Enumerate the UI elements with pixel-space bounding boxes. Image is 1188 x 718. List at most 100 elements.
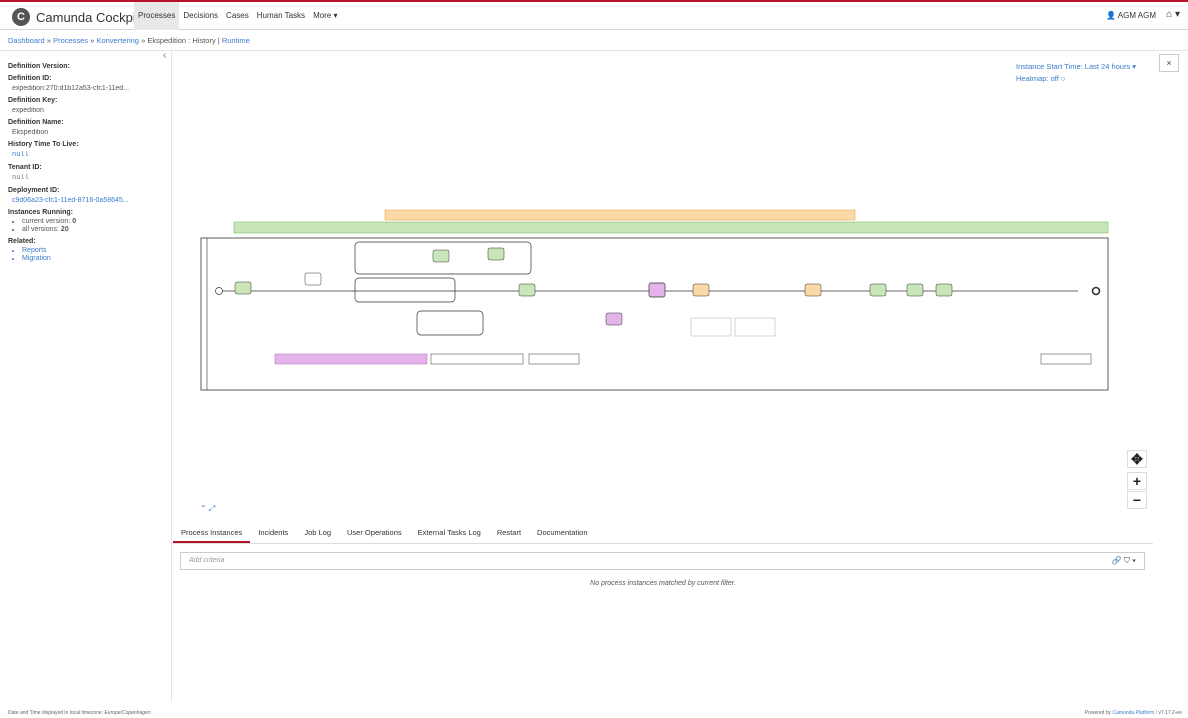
empty-results-message: No process instances matched by current … (590, 580, 736, 587)
nav-cases[interactable]: Cases (222, 2, 253, 30)
breadcrumb-current: Ekspedition : History (147, 36, 216, 45)
definition-key-value: expedition (12, 107, 44, 114)
zoom-out-button[interactable]: − (1127, 491, 1147, 509)
definition-name-label: Definition Name: (8, 119, 64, 126)
brand[interactable]: C Camunda Cockpit (12, 8, 139, 26)
event-box (734, 317, 776, 337)
all-versions-item: all versions: 20 (22, 226, 163, 233)
definition-name-value: Ekspedition (12, 129, 49, 136)
current-version-count: 0 (72, 218, 77, 225)
current-version-item: current version: 0 (22, 218, 163, 225)
powered-by: Powered by Camunda Platform / v7.17.2-ee (1085, 710, 1182, 716)
related-migration-link[interactable]: Migration (22, 255, 163, 262)
timezone-value: Europe/Copenhagen (104, 710, 151, 716)
task-purple[interactable] (648, 282, 666, 298)
task-green[interactable] (906, 283, 924, 297)
history-ttl-value[interactable]: null (12, 151, 163, 159)
top-navbar: C Camunda Cockpit Processes Decisions Ca… (0, 0, 1188, 30)
heatmap-controls: Instance Start Time: Last 24 hours ▾ Hea… (1016, 61, 1136, 85)
event-box (690, 317, 732, 337)
deployment-value[interactable]: c9d06a23-cfc1-11ed-8716-0a58645... (12, 197, 163, 204)
definition-version-label: Definition Version: (8, 63, 70, 70)
breadcrumb-runtime[interactable]: Runtime (222, 36, 250, 45)
nav-processes[interactable]: Processes (134, 2, 180, 30)
task-orange[interactable] (804, 283, 822, 297)
timezone-note: Date and Time displayed in local timezon… (8, 710, 151, 716)
brand-name: Camunda Cockpit (36, 9, 140, 25)
definition-id-value: expedition:270:d1b12a53-cfc1-11ed... (12, 85, 130, 92)
task-green[interactable] (518, 283, 536, 297)
task-green[interactable] (935, 283, 953, 297)
bpmn-diagram-canvas[interactable] (173, 52, 1153, 512)
definition-id-label: Definition ID: (8, 75, 52, 82)
tab-job-log[interactable]: Job Log (296, 522, 339, 543)
definition-key-label: Definition Key: (8, 97, 58, 104)
subprocess-2[interactable] (354, 277, 456, 303)
orange-lane (384, 209, 856, 221)
detail-tabs: Process Instances Incidents Job Log User… (173, 522, 1153, 544)
bpmn-diagram (200, 209, 1109, 391)
zoom-in-button[interactable]: + (1127, 472, 1147, 490)
group (430, 353, 524, 365)
tab-process-instances[interactable]: Process Instances (173, 522, 251, 543)
filter-placeholder: Add criteria (189, 557, 225, 564)
start-event[interactable] (215, 287, 223, 295)
platform-link[interactable]: Camunda Platform (1113, 710, 1155, 716)
breadcrumb-pipe: | (217, 36, 220, 45)
filter-input[interactable]: Add criteria 🔗 ⛉ ▾ (180, 552, 1145, 570)
camunda-logo-icon: C (12, 8, 30, 26)
main-nav: Processes Decisions Cases Human Tasks Mo… (134, 2, 342, 30)
related-list: Reports Migration (22, 247, 163, 262)
user-menu[interactable]: 👤 AGM AGM (1106, 11, 1156, 20)
all-versions-label: all versions: (22, 226, 59, 233)
instances-running-label: Instances Running: (8, 209, 73, 216)
task-green[interactable] (234, 281, 252, 295)
group-purple (274, 353, 428, 365)
tab-incidents[interactable]: Incidents (250, 522, 296, 543)
pool (200, 237, 1109, 391)
instances-list: current version: 0 all versions: 20 (22, 218, 163, 233)
breadcrumb-parent[interactable]: Konvertering (96, 36, 139, 45)
task-orange[interactable] (692, 283, 710, 297)
timezone-label: Date and Time displayed in local timezon… (8, 710, 105, 716)
filter-tools-icon[interactable]: 🔗 ⛉ ▾ (1112, 553, 1136, 569)
instance-start-time-filter[interactable]: Instance Start Time: Last 24 hours ▾ (1016, 61, 1136, 73)
group (528, 353, 580, 365)
tab-external-tasks-log[interactable]: External Tasks Log (410, 522, 489, 543)
tab-user-operations[interactable]: User Operations (339, 522, 410, 543)
definition-sidebar: Definition Version: Definition ID: exped… (0, 52, 172, 702)
home-menu[interactable]: ⌂ ▾ (1166, 9, 1180, 20)
collapse-sidebar-icon[interactable]: ‹ (163, 50, 166, 61)
tab-restart[interactable]: Restart (489, 522, 529, 543)
history-ttl-label: History Time To Live: (8, 141, 79, 148)
powered-label: Powered by (1084, 710, 1113, 716)
task-green[interactable] (869, 283, 887, 297)
green-lane (233, 221, 1109, 234)
end-event[interactable] (1091, 286, 1101, 296)
breadcrumb: Dashboard » Processes » Konvertering » E… (0, 31, 1188, 51)
nav-decisions[interactable]: Decisions (179, 2, 222, 30)
user-name: AGM AGM (1117, 11, 1156, 20)
breadcrumb-dashboard[interactable]: Dashboard (8, 36, 45, 45)
nav-more[interactable]: More ▾ (309, 2, 341, 30)
task-purple[interactable] (605, 312, 623, 326)
task-green[interactable] (487, 247, 505, 261)
task-green[interactable] (432, 249, 450, 263)
current-version-label: current version: (22, 218, 71, 225)
tab-documentation[interactable]: Documentation (529, 522, 595, 543)
expand-diagram-icon[interactable]: ⌃ ⤢ (200, 504, 215, 514)
tenant-value: null (12, 174, 29, 182)
reset-zoom-icon[interactable]: ✥ (1127, 450, 1147, 468)
heatmap-toggle[interactable]: Heatmap: off ○ (1016, 73, 1136, 85)
footer: Date and Time displayed in local timezon… (0, 708, 1188, 718)
user-icon: 👤 (1106, 11, 1116, 20)
nav-human-tasks[interactable]: Human Tasks (253, 2, 309, 30)
subprocess-3[interactable] (416, 310, 484, 336)
close-button[interactable]: × (1159, 54, 1179, 72)
all-versions-count: 20 (60, 226, 69, 233)
breadcrumb-processes[interactable]: Processes (53, 36, 88, 45)
task[interactable] (304, 272, 322, 286)
breadcrumb-sep: » (46, 36, 51, 45)
group (1040, 353, 1092, 365)
related-reports-link[interactable]: Reports (22, 247, 163, 254)
